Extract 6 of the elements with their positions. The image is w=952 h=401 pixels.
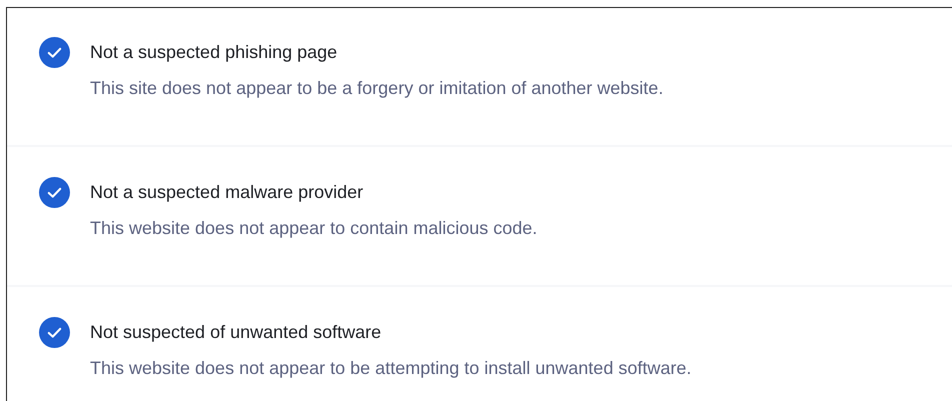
check-title: Not a suspected malware provider bbox=[90, 181, 364, 203]
check-description: This website does not appear to be attempting to install unwanted software. bbox=[90, 357, 692, 379]
check-description: This site does not appear to be a forgery or imitation of another website. bbox=[90, 77, 664, 99]
check-title: Not suspected of unwanted software bbox=[90, 321, 382, 343]
check-title: Not a suspected phishing page bbox=[90, 41, 338, 63]
check-description: This website does not appear to contain malicious code. bbox=[90, 217, 538, 239]
